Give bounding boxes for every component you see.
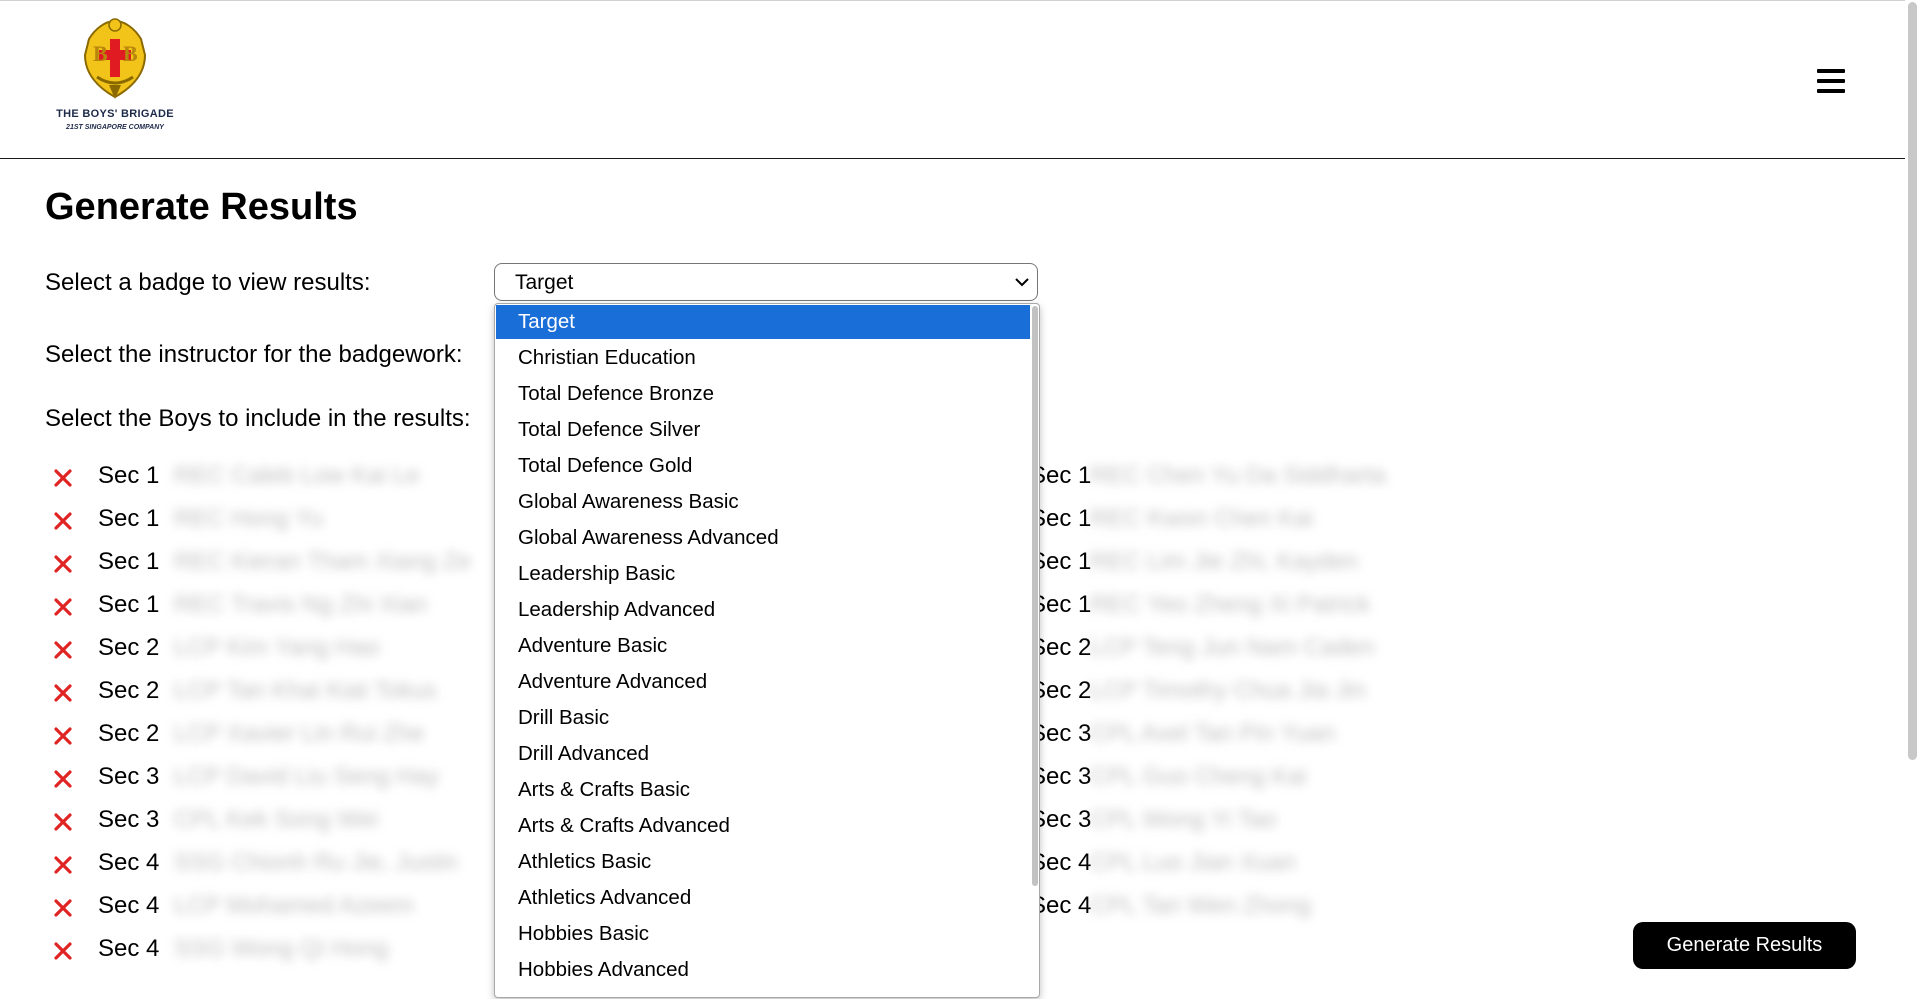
boy-name: CPL Axel Tan Pin Yuan	[1090, 720, 1336, 747]
boy-name: CPL Kek Song Wei	[174, 806, 379, 833]
boy-name: REC Lim Jie Zhi, Kayden	[1090, 548, 1359, 575]
badge-option[interactable]: Global Awareness Basic	[496, 485, 1030, 519]
boy-section: Sec 2	[98, 677, 160, 704]
boy-section: Sec 1	[98, 591, 160, 618]
boy-section: Sec 2	[98, 720, 160, 747]
boy-name: REC Yeo Zheng Xi Patrick	[1090, 591, 1371, 618]
remove-icon[interactable]	[53, 898, 73, 918]
hamburger-menu-icon[interactable]	[1817, 69, 1845, 93]
remove-icon[interactable]	[53, 640, 73, 660]
boy-name: REC Kwon Chen Kai	[1090, 505, 1313, 532]
badge-option[interactable]: Leadership Advanced	[496, 593, 1030, 627]
boy-name: SSG Wong Qi Hong	[174, 935, 389, 962]
boy-section: Sec 4	[98, 935, 160, 962]
remove-icon[interactable]	[53, 812, 73, 832]
boy-section: Sec 3	[98, 763, 160, 790]
badge-option[interactable]: Total Defence Silver	[496, 413, 1030, 447]
boy-name: LCP David Liu Seng Hay	[174, 763, 440, 790]
boy-section: Sec 4	[98, 892, 160, 919]
badge-option[interactable]: Athletics Basic	[496, 845, 1030, 879]
remove-icon[interactable]	[53, 683, 73, 703]
svg-text:B: B	[93, 41, 108, 66]
badge-option[interactable]: Adventure Basic	[496, 629, 1030, 663]
page-scrollbar[interactable]	[1908, 2, 1917, 760]
badge-option[interactable]: Drill Advanced	[496, 737, 1030, 771]
badge-option[interactable]: Target	[496, 305, 1030, 339]
logo-title: THE BOYS' BRIGADE	[56, 108, 174, 120]
chevron-down-icon	[1015, 278, 1029, 287]
badge-option[interactable]: Arts & Crafts Basic	[496, 773, 1030, 807]
logo-subtitle: 21ST SINGAPORE COMPANY	[66, 124, 164, 131]
instructor-select-label: Select the instructor for the badgework:	[45, 341, 463, 368]
svg-text:B: B	[123, 41, 138, 66]
boy-name: CPL Luo Jian Xuan	[1090, 849, 1296, 876]
badge-option[interactable]: Total Defence Bronze	[496, 377, 1030, 411]
badge-select-value: Target	[515, 271, 574, 294]
generate-results-button[interactable]: Generate Results	[1633, 922, 1856, 969]
badge-dropdown-list: Hobbies Advanced Hobbies Basic Athletics A…	[494, 303, 1040, 998]
badge-option[interactable]: Adventure Advanced	[496, 665, 1030, 699]
remove-icon[interactable]	[53, 855, 73, 875]
boy-name: REC Travis Ng Zhi Xian	[174, 591, 428, 618]
badge-select-label: Select a badge to view results:	[45, 269, 371, 296]
remove-icon[interactable]	[53, 597, 73, 617]
boy-name: REC Kieran Tham Xiang Ze	[174, 548, 472, 575]
badge-option[interactable]: Total Defence Gold	[496, 449, 1030, 483]
remove-icon[interactable]	[53, 769, 73, 789]
boy-name: REC Caleb Low Kai Le	[174, 462, 420, 489]
boy-name: SSG Chionh Ru Jie, Justin	[174, 849, 459, 876]
badge-option[interactable]: Hobbies Advanced	[496, 953, 1030, 987]
badge-option[interactable]: Drill Basic	[496, 701, 1030, 735]
boys-brigade-crest-icon: B B	[83, 18, 147, 99]
boys-select-label: Select the Boys to include in the result…	[45, 405, 471, 432]
boy-name: CPL Guo Cheng Kai	[1090, 763, 1307, 790]
boy-name: LCP Mohamed Azeem	[174, 892, 414, 919]
remove-icon[interactable]	[53, 511, 73, 531]
boy-name: LCP Kim Yang Hao	[174, 634, 380, 661]
badge-option[interactable]: Global Awareness Advanced	[496, 521, 1030, 555]
boy-name: CPL Tan Wen Zhong	[1090, 892, 1312, 919]
boy-section: Sec 3	[98, 806, 160, 833]
boy-name: REC Hong Yu	[174, 505, 323, 532]
dropdown-scrollbar[interactable]	[1032, 306, 1038, 886]
badge-option[interactable]: Athletics Advanced	[496, 881, 1030, 915]
boy-section: Sec 2	[98, 634, 160, 661]
brand-logo[interactable]: B B THE BOYS' BRIGADE 21ST SINGAPORE COM…	[48, 15, 188, 140]
boy-section: Sec 1	[98, 505, 160, 532]
badge-option[interactable]: Arts & Crafts Advanced	[496, 809, 1030, 843]
boy-name: LCP Xavier Lin Rui Zhe	[174, 720, 425, 747]
boy-name: CPL Wong Yi Tao	[1090, 806, 1277, 833]
badge-option[interactable]: Leadership Basic	[496, 557, 1030, 591]
remove-icon[interactable]	[53, 941, 73, 961]
boy-name: LCP Timothy Chua Jia Jin	[1090, 677, 1366, 704]
site-header: B B THE BOYS' BRIGADE 21ST SINGAPORE COM…	[0, 1, 1905, 159]
boy-section: Sec 4	[98, 849, 160, 876]
badge-option[interactable]: Hobbies Basic	[496, 917, 1030, 951]
boy-section: Sec 1	[98, 548, 160, 575]
boy-name: LCP Tan Khai Kiat Tokus	[174, 677, 437, 704]
boy-name: LCP Teng Jun Nam Caden	[1090, 634, 1375, 661]
page-title: Generate Results	[45, 186, 358, 228]
badge-select[interactable]: Target	[494, 263, 1038, 301]
remove-icon[interactable]	[53, 726, 73, 746]
remove-icon[interactable]	[53, 554, 73, 574]
badge-option[interactable]: Christian Education	[496, 341, 1030, 375]
boy-name: REC Chen Yu Da Siddharta	[1090, 462, 1386, 489]
boy-section: Sec 1	[98, 462, 160, 489]
remove-icon[interactable]	[53, 468, 73, 488]
